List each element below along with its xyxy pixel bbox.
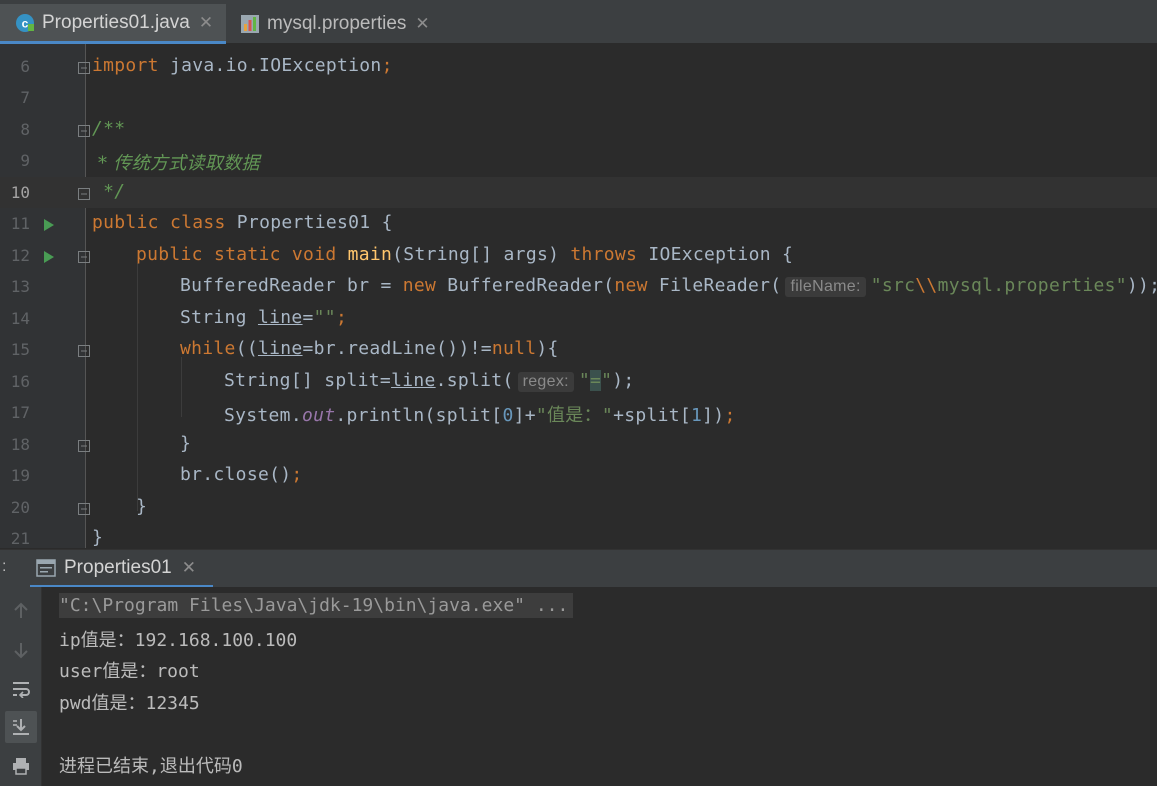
code-text: import java.io.IOException; bbox=[92, 55, 393, 76]
close-icon[interactable]: ✕ bbox=[199, 13, 213, 33]
line-number: 13 bbox=[10, 277, 30, 296]
code-line: 15 while((line=br.readLine())!=null){ bbox=[0, 334, 1157, 365]
line-number: 9 bbox=[20, 151, 30, 170]
code-line: 6 import java.io.IOException; bbox=[0, 51, 1157, 82]
code-text: * 传统方式读取数据 bbox=[92, 153, 260, 174]
code-line: 17 System.out.println(split[0]+"值是："+spl… bbox=[0, 397, 1157, 428]
console-command-line: "C:\Program Files\Java\jdk-19\bin\java.e… bbox=[59, 593, 574, 618]
code-line: 19 br.close(); bbox=[0, 460, 1157, 491]
line-number: 12 bbox=[10, 246, 30, 265]
java-class-icon: c bbox=[15, 13, 35, 33]
run-icon[interactable] bbox=[43, 249, 55, 268]
code-line: 8 /** bbox=[0, 114, 1157, 145]
code-line-current: 10 */ bbox=[0, 177, 1157, 208]
tab-run-properties01[interactable]: Properties01 ✕ bbox=[30, 550, 213, 588]
code-text: br.close(); bbox=[180, 464, 303, 485]
properties-file-icon bbox=[240, 14, 260, 34]
line-number: 21 bbox=[10, 529, 30, 548]
line-number: 7 bbox=[20, 88, 30, 107]
code-line: 21 } bbox=[0, 523, 1157, 548]
tab-label: mysql.properties bbox=[267, 13, 407, 34]
console-exit-line: 进程已结束,退出代码0 bbox=[59, 756, 243, 777]
fold-icon[interactable] bbox=[77, 123, 91, 142]
fold-icon[interactable] bbox=[77, 60, 91, 79]
fold-icon[interactable] bbox=[77, 501, 91, 520]
line-number: 11 bbox=[10, 214, 30, 233]
code-line: 20 } bbox=[0, 492, 1157, 523]
code-text: String line=""; bbox=[180, 307, 348, 328]
line-number: 20 bbox=[10, 498, 30, 517]
code-line: 9 * 传统方式读取数据 bbox=[0, 145, 1157, 176]
up-arrow-icon[interactable] bbox=[5, 595, 37, 627]
console-output-line: user值是：root bbox=[59, 661, 200, 682]
soft-wrap-icon[interactable] bbox=[5, 673, 37, 705]
print-icon[interactable] bbox=[5, 750, 37, 782]
code-line: 14 String line=""; bbox=[0, 303, 1157, 334]
run-toolbar bbox=[0, 587, 42, 786]
code-line: 18 } bbox=[0, 429, 1157, 460]
line-number: 8 bbox=[20, 120, 30, 139]
parameter-hint: fileName: bbox=[785, 277, 866, 297]
line-number: 19 bbox=[10, 466, 30, 485]
down-arrow-icon[interactable] bbox=[5, 634, 37, 666]
code-text: } bbox=[180, 433, 192, 454]
code-text: } bbox=[136, 496, 148, 517]
line-number: 14 bbox=[10, 309, 30, 328]
fold-icon[interactable] bbox=[77, 438, 91, 457]
code-text: public class Properties01 { bbox=[92, 212, 393, 233]
run-console-output[interactable]: "C:\Program Files\Java\jdk-19\bin\java.e… bbox=[42, 587, 1157, 786]
code-text: */ bbox=[92, 181, 126, 202]
console-output-line: pwd值是：12345 bbox=[59, 693, 200, 714]
tab-mysql-properties[interactable]: mysql.properties ✕ bbox=[240, 4, 450, 44]
console-window-icon bbox=[36, 558, 56, 577]
line-number: 18 bbox=[10, 435, 30, 454]
line-number: 16 bbox=[10, 372, 30, 391]
code-line: 7 bbox=[0, 82, 1157, 113]
code-line: 16 String[] split=line.split(regex: "="); bbox=[0, 366, 1157, 397]
code-text: } bbox=[92, 527, 104, 548]
code-line: 11 public class Properties01 { bbox=[0, 208, 1157, 239]
line-number: 6 bbox=[20, 57, 30, 76]
code-text: BufferedReader br = new BufferedReader(n… bbox=[180, 275, 1157, 297]
code-editor[interactable]: 6 import java.io.IOException; 7 8 /** 9 … bbox=[0, 44, 1157, 548]
code-line: 12 public static void main(String[] args… bbox=[0, 240, 1157, 271]
scroll-to-end-icon[interactable] bbox=[5, 711, 37, 743]
parameter-hint: regex: bbox=[517, 372, 574, 392]
run-icon[interactable] bbox=[43, 217, 55, 236]
code-text: System.out.println(split[0]+"值是："+split[… bbox=[224, 405, 736, 426]
tab-properties01-java[interactable]: c Properties01.java ✕ bbox=[0, 4, 226, 44]
run-label: : bbox=[2, 558, 7, 575]
fold-icon[interactable] bbox=[77, 186, 91, 205]
svg-text:c: c bbox=[22, 16, 29, 30]
line-number: 15 bbox=[10, 340, 30, 359]
editor-tab-bar: c Properties01.java ✕ mysql.properties ✕ bbox=[0, 0, 1157, 44]
code-text: /** bbox=[92, 118, 126, 139]
close-icon[interactable]: ✕ bbox=[415, 14, 429, 34]
fold-icon[interactable] bbox=[77, 249, 91, 268]
line-number: 10 bbox=[10, 183, 30, 202]
line-number: 17 bbox=[10, 403, 30, 422]
close-icon[interactable]: ✕ bbox=[182, 558, 196, 578]
code-text: String[] split=line.split(regex: "="); bbox=[224, 370, 635, 392]
code-line: 13 BufferedReader br = new BufferedReade… bbox=[0, 271, 1157, 302]
run-panel-header: : Properties01 ✕ bbox=[0, 549, 1157, 588]
console-output-line: ip值是：192.168.100.100 bbox=[59, 630, 298, 651]
fold-icon[interactable] bbox=[77, 343, 91, 362]
code-text: while((line=br.readLine())!=null){ bbox=[180, 338, 559, 359]
run-tab-label: Properties01 bbox=[64, 556, 172, 578]
tab-label: Properties01.java bbox=[42, 11, 190, 33]
code-text: public static void main(String[] args) t… bbox=[136, 244, 794, 265]
